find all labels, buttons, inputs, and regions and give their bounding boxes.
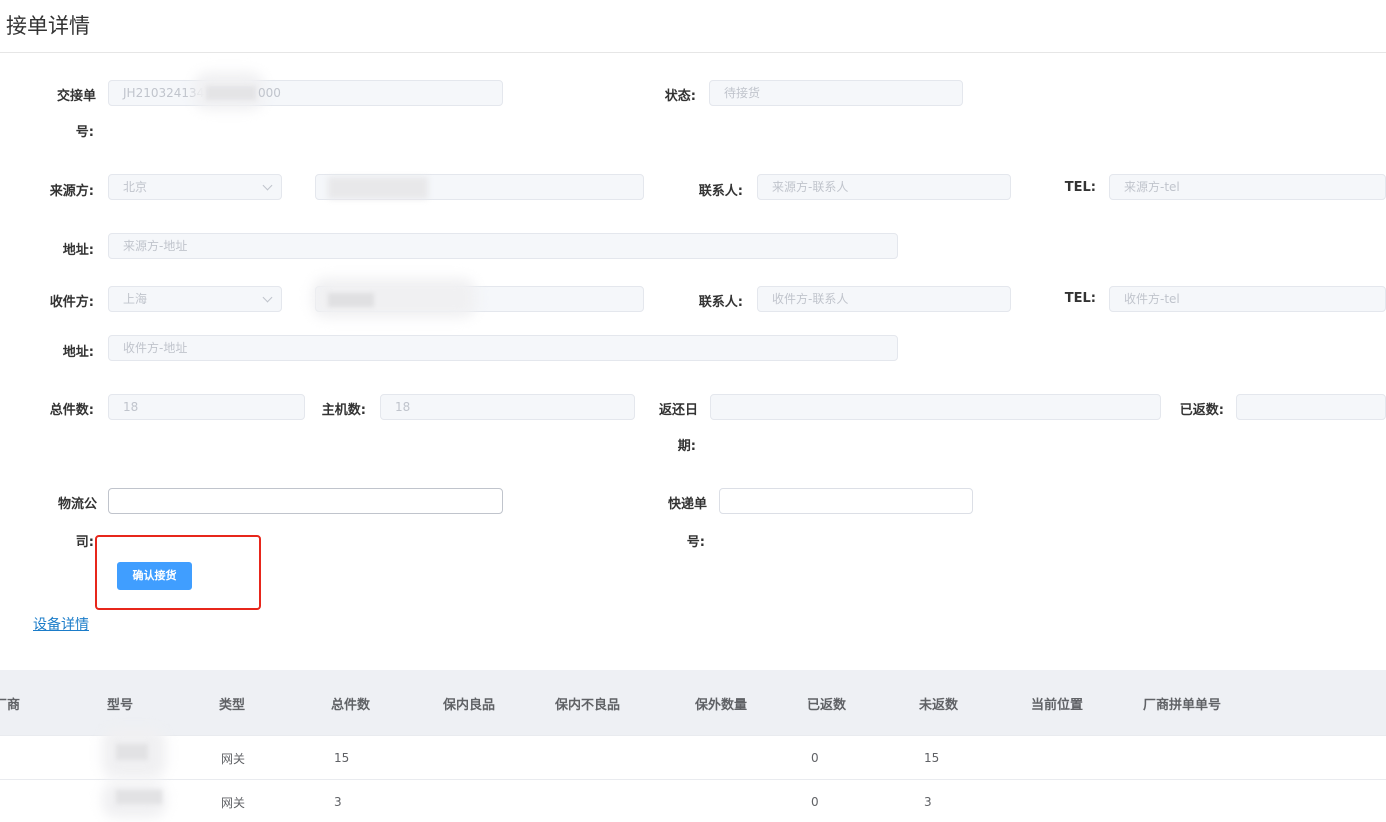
- col-out-warranty: 保外数量: [695, 698, 748, 713]
- receiver-contact-label: 联系人:: [698, 295, 743, 310]
- order-no-input[interactable]: JH210324134: [108, 80, 503, 106]
- cell-returned: 0: [811, 751, 819, 765]
- source-address-label: 地址:: [62, 243, 94, 258]
- return-date-input[interactable]: [710, 394, 1161, 420]
- express-label: 快递单: [667, 497, 707, 512]
- source-tel-input[interactable]: 来源方-tel: [1109, 174, 1386, 200]
- cell-type: 网关: [221, 796, 246, 810]
- source-address-placeholder: 来源方-地址: [123, 239, 188, 253]
- host-label: 主机数:: [321, 403, 366, 418]
- col-not-returned: 未返数: [919, 698, 959, 713]
- cell-returned: 0: [811, 795, 819, 809]
- receiver-tel-placeholder: 收件方-tel: [1124, 292, 1180, 306]
- source-select[interactable]: 北京: [108, 174, 282, 200]
- cell-total: 15: [334, 751, 350, 765]
- table-row[interactable]: [0, 780, 1386, 822]
- returned-label: 已返数:: [1179, 403, 1224, 418]
- col-in-warranty-bad: 保内不良品: [555, 698, 621, 713]
- host-input[interactable]: 18: [380, 394, 635, 420]
- status-label: 状态:: [664, 89, 696, 104]
- receiver-label: 收件方:: [49, 295, 94, 310]
- order-no-label-cont: 号:: [75, 125, 94, 140]
- returned-input[interactable]: [1236, 394, 1386, 420]
- cell-not-returned: 15: [924, 751, 940, 765]
- express-input[interactable]: [719, 488, 973, 514]
- order-no-label: 交接单: [56, 89, 96, 104]
- source-address-input[interactable]: 来源方-地址: [108, 233, 898, 259]
- total-input[interactable]: 18: [108, 394, 305, 420]
- receiver-select-value: 上海: [123, 292, 148, 306]
- source-tel-placeholder: 来源方-tel: [1124, 180, 1180, 194]
- express-label-cont: 号:: [686, 535, 705, 550]
- receiver-address-label: 地址:: [62, 345, 94, 360]
- chevron-down-icon: [262, 292, 273, 303]
- col-manufacturer: 厂商: [0, 698, 21, 713]
- col-model: 型号: [107, 698, 134, 713]
- status-placeholder: 待接货: [724, 86, 761, 100]
- cell-total: 3: [334, 795, 342, 809]
- redacted-model-mark: [116, 790, 162, 804]
- page-title: 接单详情: [6, 14, 90, 38]
- redacted-receiver-mark: [328, 293, 374, 307]
- col-location: 当前位置: [1031, 698, 1084, 713]
- receiver-tel-input[interactable]: 收件方-tel: [1109, 286, 1386, 312]
- status-input[interactable]: 待接货: [709, 80, 963, 106]
- receiver-address-placeholder: 收件方-地址: [123, 341, 188, 355]
- order-no-value: JH210324134: [123, 86, 205, 100]
- chevron-down-icon: [262, 180, 273, 191]
- total-value: 18: [123, 400, 139, 414]
- source-label: 来源方:: [49, 184, 94, 199]
- return-date-label-cont: 期:: [677, 439, 696, 454]
- confirm-receipt-button[interactable]: 确认接货: [117, 562, 192, 590]
- receiver-tel-label: TEL:: [1064, 291, 1096, 306]
- col-in-warranty-good: 保内良品: [443, 698, 496, 713]
- cell-not-returned: 3: [924, 795, 932, 809]
- device-detail-link[interactable]: 设备详情: [33, 614, 89, 634]
- receiver-contact-placeholder: 收件方-联系人: [772, 292, 849, 306]
- logistics-label-cont: 司:: [75, 535, 94, 550]
- cell-type: 网关: [221, 752, 246, 766]
- source-contact-placeholder: 来源方-联系人: [772, 180, 849, 194]
- source-contact-label: 联系人:: [698, 184, 743, 199]
- host-value: 18: [395, 400, 411, 414]
- receiver-contact-input[interactable]: 收件方-联系人: [757, 286, 1011, 312]
- col-total: 总件数: [331, 698, 371, 713]
- col-type: 类型: [219, 698, 246, 713]
- logistics-label: 物流公: [57, 497, 97, 512]
- redacted-source-name: [328, 177, 428, 199]
- source-tel-label: TEL:: [1064, 180, 1096, 195]
- table-row[interactable]: [0, 736, 1386, 779]
- redacted-order-no-mark: [206, 86, 256, 100]
- source-select-value: 北京: [123, 180, 148, 194]
- redacted-model-mark: [116, 744, 148, 760]
- total-label: 总件数:: [49, 403, 94, 418]
- order-no-value-tail: 000: [258, 86, 281, 100]
- source-contact-input[interactable]: 来源方-联系人: [757, 174, 1011, 200]
- col-returned: 已返数: [807, 698, 847, 713]
- receiver-address-input[interactable]: 收件方-地址: [108, 335, 898, 361]
- receiver-select[interactable]: 上海: [108, 286, 282, 312]
- col-order-no: 厂商拼单单号: [1143, 698, 1222, 713]
- logistics-input[interactable]: [108, 488, 503, 514]
- return-date-label: 返还日: [658, 403, 698, 418]
- title-divider: [0, 52, 1386, 53]
